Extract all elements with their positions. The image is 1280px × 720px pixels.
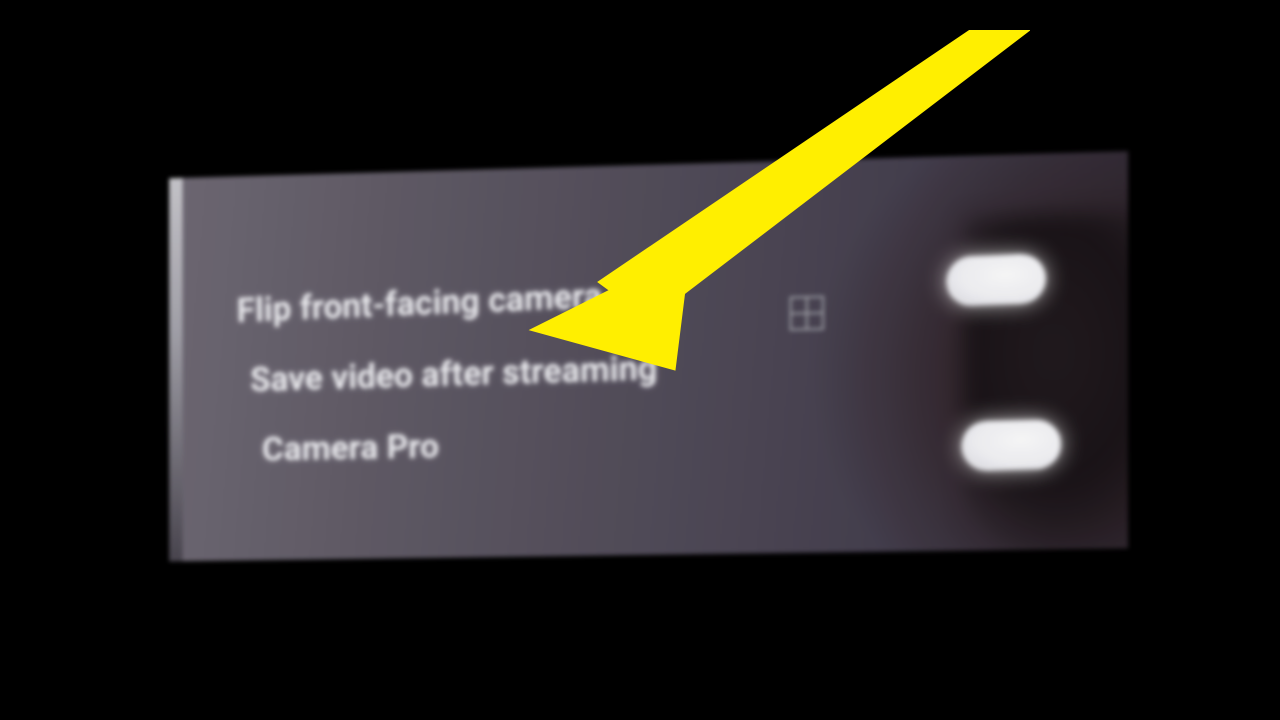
setting-label: Save video after streaming xyxy=(250,348,657,400)
phone-settings-screenshot: Flip front-facing camera Save video afte… xyxy=(169,151,1128,561)
setting-camera-pro[interactable]: Camera Pro xyxy=(262,416,1031,470)
toggle-flip-front-camera[interactable] xyxy=(947,254,1046,307)
grid-icon xyxy=(789,295,825,332)
setting-save-video-after-streaming[interactable]: Save video after streaming xyxy=(250,337,1019,400)
settings-list: Flip front-facing camera Save video afte… xyxy=(237,266,1005,503)
setting-label: Flip front-facing camera xyxy=(236,276,602,331)
setting-flip-front-camera[interactable]: Flip front-facing camera xyxy=(236,259,1004,330)
setting-label: Camera Pro xyxy=(262,427,439,470)
